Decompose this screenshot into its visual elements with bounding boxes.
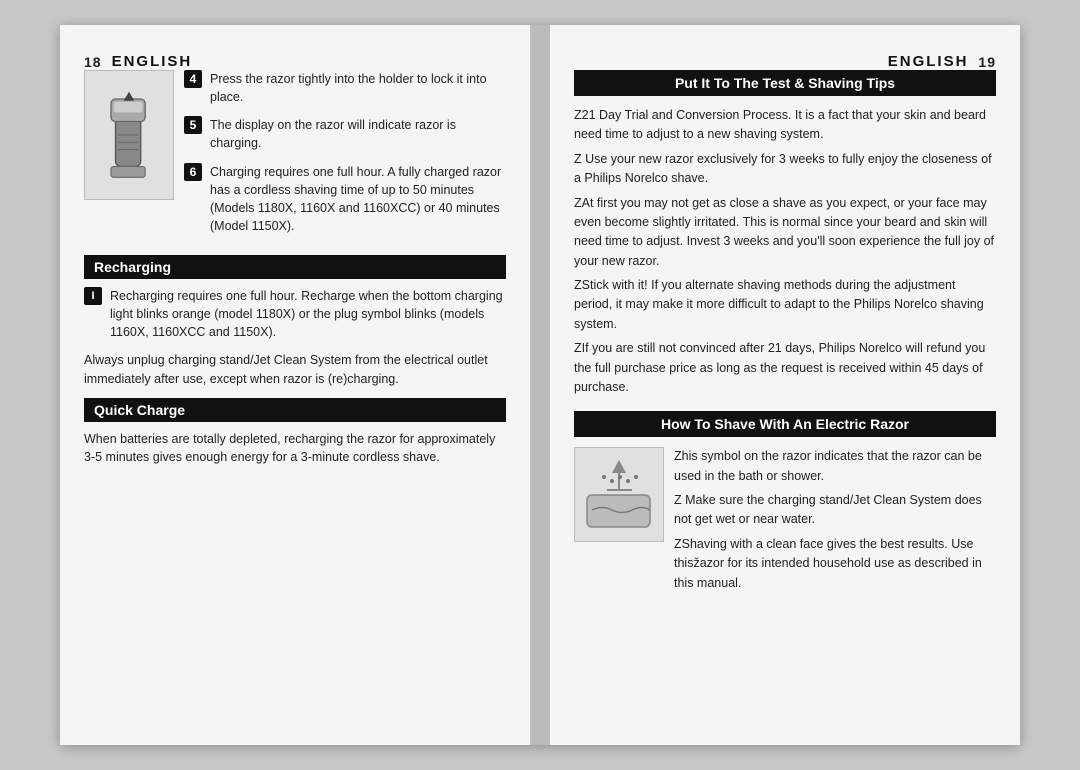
step-5-num: 5: [184, 116, 202, 134]
step-4-num: 4: [184, 70, 202, 88]
how-to-p0: Zhis symbol on the razor indicates that …: [674, 447, 996, 486]
step-5-text: The display on the razor will indicate r…: [210, 116, 506, 152]
recharging-step-text: Recharging requires one full hour. Recha…: [110, 287, 506, 341]
how-to-p2: ZShaving with a clean face gives the bes…: [674, 535, 996, 593]
how-to-p1: Z Make sure the charging stand/Jet Clean…: [674, 491, 996, 530]
right-page-title: ENGLISH: [888, 53, 969, 70]
left-page: 18 ENGLISH: [60, 25, 532, 745]
step-6-text: Charging requires one full hour. A fully…: [210, 163, 506, 236]
put-it-body: Z21 Day Trial and Conversion Process. It…: [574, 106, 996, 397]
page-divider: [532, 25, 550, 745]
step-6-num: 6: [184, 163, 202, 181]
razor-image: [84, 70, 174, 200]
steps-block: 4 Press the razor tightly into the holde…: [184, 70, 506, 245]
step-6: 6 Charging requires one full hour. A ful…: [184, 163, 506, 236]
how-to-body-wrap: Zhis symbol on the razor indicates that …: [574, 447, 996, 598]
razor-illustration: [99, 90, 159, 180]
put-it-p1: Z Use your new razor exclusively for 3 w…: [574, 150, 996, 189]
put-it-header: Put It To The Test & Shaving Tips: [574, 70, 996, 96]
put-it-p4: ZIf you are still not convinced after 21…: [574, 339, 996, 397]
put-it-p3: ZStick with it! If you alternate shaving…: [574, 276, 996, 334]
step-4: 4 Press the razor tightly into the holde…: [184, 70, 506, 106]
quick-charge-header: Quick Charge: [84, 398, 506, 422]
quick-charge-text: When batteries are totally depleted, rec…: [84, 430, 506, 468]
how-to-text-block: Zhis symbol on the razor indicates that …: [674, 447, 996, 598]
recharging-step-1: I Recharging requires one full hour. Rec…: [84, 287, 506, 341]
recharging-header: Recharging: [84, 255, 506, 279]
put-it-p2: ZAt first you may not get as close a sha…: [574, 194, 996, 272]
put-it-p0: Z21 Day Trial and Conversion Process. It…: [574, 106, 996, 145]
top-section: 4 Press the razor tightly into the holde…: [84, 70, 506, 245]
recharging-step-num: I: [84, 287, 102, 305]
how-to-section: How To Shave With An Electric Razor: [574, 411, 996, 598]
right-page-num: 19: [978, 54, 996, 70]
shower-illustration: [582, 455, 657, 535]
how-to-header: How To Shave With An Electric Razor: [574, 411, 996, 437]
step-4-text: Press the razor tightly into the holder …: [210, 70, 506, 106]
always-unplug-text: Always unplug charging stand/Jet Clean S…: [84, 351, 506, 387]
right-page: ENGLISH 19 Put It To The Test & Shaving …: [550, 25, 1020, 745]
shower-image: [574, 447, 664, 542]
left-page-title: ENGLISH: [112, 53, 193, 70]
left-header: 18 ENGLISH: [84, 53, 506, 70]
left-page-num: 18: [84, 54, 102, 70]
step-5: 5 The display on the razor will indicate…: [184, 116, 506, 152]
right-header: ENGLISH 19: [574, 53, 996, 70]
